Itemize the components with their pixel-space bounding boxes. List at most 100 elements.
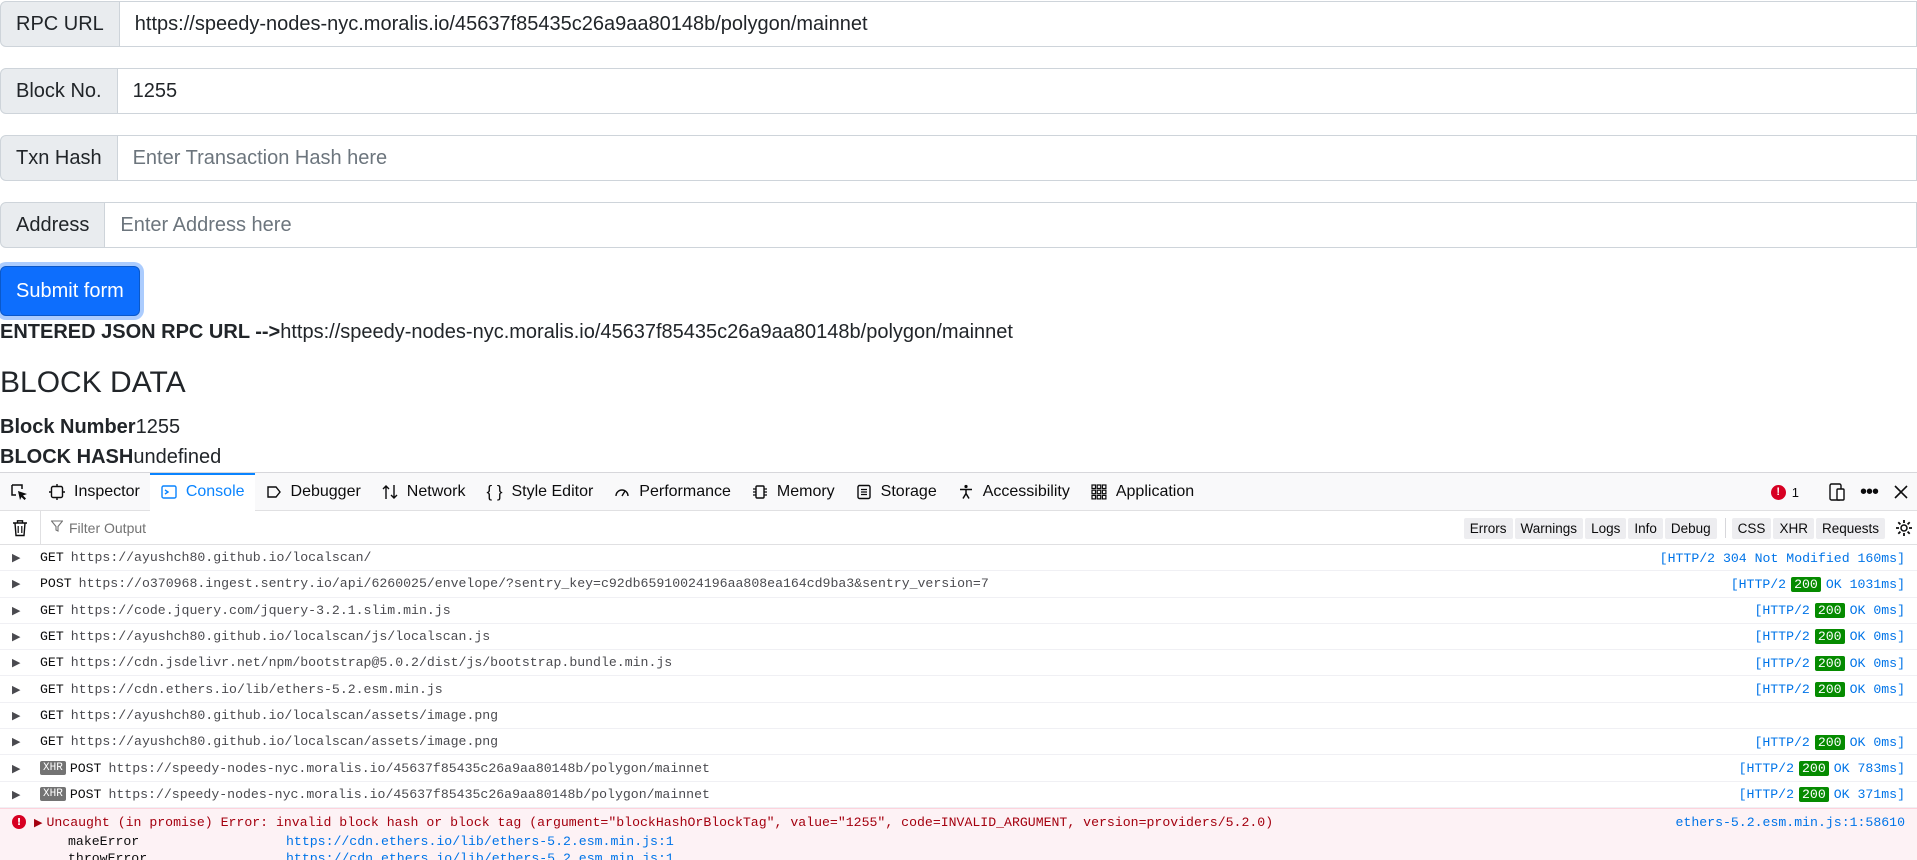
more-options-button[interactable]: ••• [1853,473,1885,511]
expand-twisty-icon[interactable]: ▶ [12,604,32,617]
status-protocol: [HTTP/2 304 Not Modified 160ms] [1659,550,1905,566]
txn-hash-input[interactable] [117,135,1917,181]
request-method: GET [40,707,64,723]
network-log-row[interactable]: ▶ GET https://cdn.ethers.io/lib/ethers-5.2… [0,676,1917,703]
status-protocol: [HTTP/2 [1738,760,1795,776]
network-log-row[interactable]: ▶ GET https://ayushch80.github.io/localsca… [0,545,1917,572]
request-method: GET [40,602,64,618]
network-log-row[interactable]: ▶ GET https://cdn.jsdelivr.net/npm/bootstr… [0,650,1917,677]
stack-frame-location[interactable]: https://cdn.ethers.io/lib/ethers-5.2.esm… [286,834,674,849]
filter-requests-button[interactable]: Requests [1815,517,1885,539]
request-url[interactable]: https://cdn.jsdelivr.net/npm/bootstrap@5… [71,655,672,670]
expand-twisty-icon[interactable]: ▶ [12,735,32,748]
network-log-row[interactable]: ▶ GET https://ayushch80.github.io/localsca… [0,729,1917,756]
address-input[interactable] [105,202,1917,248]
request-url[interactable]: https://code.jquery.com/jquery-3.2.1.sli… [71,603,451,618]
filter-info-button[interactable]: Info [1628,517,1663,539]
tab-memory[interactable]: Memory [741,473,845,511]
submit-button[interactable]: Submit form [0,266,140,316]
network-log-row[interactable]: ▶ GET https://ayushch80.github.io/localsca… [0,703,1917,730]
debugger-icon [265,483,283,501]
network-log-row[interactable]: ▶ XHR POST https://speedy-nodes-nyc.moralis… [0,755,1917,782]
request-url[interactable]: https://speedy-nodes-nyc.moralis.io/4563… [108,761,709,776]
filter-warnings-button[interactable]: Warnings [1514,517,1584,539]
tab-style-editor-label: Style Editor [511,482,594,500]
status-timing: OK 371ms] [1833,787,1905,803]
block-hash-label: BLOCK HASH [0,446,134,468]
element-picker-button[interactable] [0,473,38,511]
tab-console[interactable]: Console [149,472,255,511]
expand-twisty-icon[interactable]: ▶ [12,656,32,669]
block-no-input[interactable] [117,68,1917,114]
clear-console-button[interactable] [0,511,40,545]
filter-debug-button[interactable]: Debug [1664,517,1717,539]
request-method: GET [40,734,64,750]
expand-twisty-icon[interactable]: ▶ [12,577,32,590]
console-settings-button[interactable] [1891,511,1917,545]
responsive-design-button[interactable] [1821,473,1853,511]
filter-separator [1724,518,1726,538]
expand-twisty-icon[interactable]: ▶ [12,630,32,643]
application-icon [1090,483,1108,501]
filter-css-button[interactable]: CSS [1731,517,1772,539]
request-url[interactable]: https://speedy-nodes-nyc.moralis.io/4563… [108,787,709,802]
close-icon [1894,485,1908,499]
status-timing: OK 0ms] [1849,655,1905,671]
gear-icon [1896,520,1912,536]
stack-frame: throwError https://cdn.ethers.io/lib/ethe… [68,851,674,860]
console-output: ▶ GET https://ayushch80.github.io/localsca… [0,545,1917,808]
error-count-badge[interactable]: ! 1 [1770,484,1799,500]
status-timing: OK 0ms] [1849,629,1905,645]
request-url[interactable]: https://o370968.ingest.sentry.io/api/626… [79,576,989,591]
filter-errors-button[interactable]: Errors [1463,517,1513,539]
accessibility-icon [957,483,975,501]
tab-storage[interactable]: Storage [845,473,947,511]
request-url[interactable]: https://cdn.ethers.io/lib/ethers-5.2.esm… [71,682,443,697]
network-log-row[interactable]: ▶ XHR POST https://speedy-nodes-nyc.moralis… [0,782,1917,808]
request-status: [HTTP/2 200 OK 1031ms] [1731,571,1905,597]
rpc-url-input[interactable] [119,1,1917,47]
status-code-badge: 200 [1799,760,1829,776]
filter-logs-button[interactable]: Logs [1585,517,1627,539]
tab-debugger-label: Debugger [290,482,361,500]
expand-twisty-icon[interactable]: ▶ [34,816,42,829]
tab-inspector[interactable]: Inspector [38,473,150,511]
request-url[interactable]: https://ayushch80.github.io/localscan/js… [71,629,490,644]
console-icon [160,483,178,501]
xhr-badge: XHR [40,787,66,802]
console-error-entry[interactable]: ! ▶ Uncaught (in promise) Error: invalid… [0,807,1917,860]
tab-network-label: Network [406,482,466,500]
tab-network[interactable]: Network [371,473,476,511]
expand-twisty-icon[interactable]: ▶ [12,709,32,722]
filter-output-input[interactable] [69,519,369,536]
status-code-badge: 200 [1814,734,1845,750]
status-timing: OK 0ms] [1849,603,1905,619]
expand-twisty-icon[interactable]: ▶ [12,551,32,564]
tab-application[interactable]: Application [1080,473,1204,511]
request-url[interactable]: https://ayushch80.github.io/localscan/as… [71,734,498,749]
network-log-row[interactable]: ▶ GET https://ayushch80.github.io/localsca… [0,624,1917,651]
tab-style-editor[interactable]: { } Style Editor [475,473,603,511]
expand-twisty-icon[interactable]: ▶ [12,762,32,775]
close-devtools-button[interactable] [1885,473,1917,511]
expand-twisty-icon[interactable]: ▶ [12,683,32,696]
block-number-line: Block Number1255 [0,416,180,439]
network-log-row[interactable]: ▶ POST https://o370968.ingest.sentry.io/ap… [0,571,1917,598]
error-source-link[interactable]: ethers-5.2.esm.min.js:1:58610 [1676,815,1906,830]
status-protocol: [HTTP/2 [1738,787,1795,803]
network-log-row[interactable]: ▶ GET https://code.jquery.com/jquery-3.2.1… [0,598,1917,624]
tab-debugger[interactable]: Debugger [255,473,371,511]
filter-xhr-button[interactable]: XHR [1773,517,1814,539]
expand-twisty-icon[interactable]: ▶ [12,788,32,801]
request-status: [HTTP/2 200 OK 0ms] [1754,729,1905,755]
stack-frame: makeError https://cdn.ethers.io/lib/ether… [68,834,674,849]
tab-performance[interactable]: Performance [603,473,741,511]
stack-frame-location[interactable]: https://cdn.ethers.io/lib/ethers-5.2.esm… [286,851,674,860]
request-url[interactable]: https://ayushch80.github.io/localscan/ [71,550,372,565]
rpc-url-label: RPC URL [0,1,120,47]
request-url[interactable]: https://ayushch80.github.io/localscan/as… [71,708,498,723]
block-hash-value: undefined [133,446,222,468]
tab-accessibility[interactable]: Accessibility [947,473,1080,511]
more-options-icon: ••• [1859,480,1879,503]
filter-output [40,510,369,545]
